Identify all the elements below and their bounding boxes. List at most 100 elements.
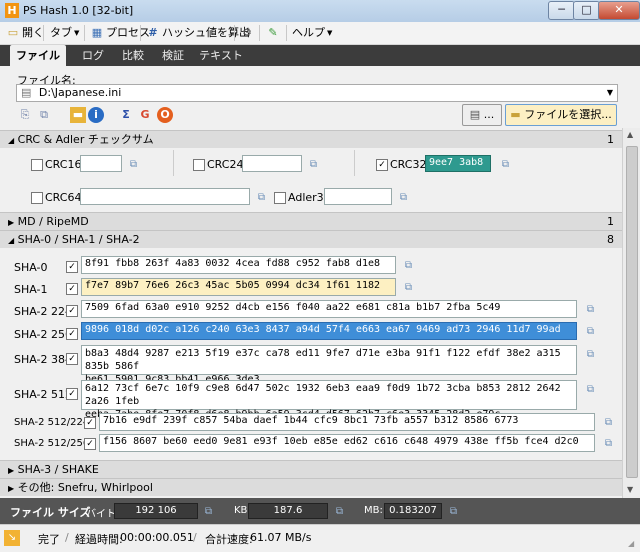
sha2-512-checkbox[interactable]: ✓ — [66, 388, 78, 400]
tab-compare[interactable]: 比較 — [114, 45, 152, 66]
copy-icon[interactable]: ⧉ — [402, 281, 415, 294]
copy-icon[interactable]: ⧉ — [307, 158, 320, 171]
sha2-512-field[interactable]: 6a12 73cf 6e7c 10f9 c9e8 6d47 502c 1932 … — [81, 380, 577, 420]
menu-open[interactable]: ▭ 開く — [6, 25, 44, 41]
filepath-combobox[interactable]: ▤ D:\Japanese.ini ▼ — [16, 84, 618, 102]
crc64-checkbox[interactable] — [31, 192, 43, 204]
menu-separator — [140, 25, 141, 41]
dropdown-arrow-icon: ▼ — [327, 29, 333, 37]
section-header-crc[interactable]: ◢ CRC & Adler チェックサム 1 — [0, 130, 622, 148]
sha2-512-224-field[interactable]: 7b16 e9df 239f c857 54ba daef 1b44 cfc9 … — [99, 413, 595, 431]
resize-grip-icon[interactable]: ◢ — [628, 539, 634, 548]
menu-help[interactable]: ヘルプ ▼ — [292, 25, 332, 41]
file-size-label: ファイル サイズ — [10, 506, 91, 519]
sha0-checkbox[interactable]: ✓ — [66, 261, 78, 273]
info-icon[interactable]: i — [88, 107, 104, 123]
scrollbar-thumb[interactable] — [626, 146, 638, 478]
folder-open-icon: ▭ — [7, 26, 19, 39]
divider — [354, 150, 355, 176]
browse-options-button[interactable]: ▤ ... — [462, 104, 502, 126]
filepath-value: D:\Japanese.ini — [38, 86, 122, 99]
sha0-label: SHA-0 — [14, 261, 48, 274]
sha2-384-label: SHA-2 384 — [14, 353, 72, 366]
arrow-icon[interactable]: ↘ — [4, 530, 20, 546]
sha1-field[interactable]: f7e7 89b7 76e6 26c3 45ac 5b05 0994 dc34 … — [81, 278, 396, 296]
adler32-checkbox[interactable] — [274, 192, 286, 204]
vertical-scrollbar[interactable]: ▲ ▼ — [622, 128, 640, 498]
expand-arrow-icon: ▶ — [8, 218, 15, 227]
copy-icon[interactable]: ⧉ — [602, 416, 615, 429]
close-button[interactable]: ✕ — [598, 1, 640, 20]
crc24-label: CRC24 — [207, 158, 244, 171]
sha2-256-checkbox[interactable]: ✓ — [66, 328, 78, 340]
paste-icon[interactable]: ⧉ — [36, 107, 52, 123]
crc16-field[interactable] — [80, 155, 122, 172]
sha0-field[interactable]: 8f91 fbb8 263f 4a83 0032 4cea fd88 c952 … — [81, 256, 396, 274]
menu-process[interactable]: ▦ プロセス — [90, 25, 150, 41]
maximize-button[interactable]: □ — [573, 1, 600, 20]
sha2-384-checkbox[interactable]: ✓ — [66, 353, 78, 365]
section-title: その他: Snefru, Whirlpool — [17, 481, 153, 494]
tab-file[interactable]: ファイル — [10, 45, 66, 66]
section-header-sha3[interactable]: ▶ SHA-3 / SHAKE — [0, 460, 622, 478]
app-icon: H — [5, 3, 19, 18]
copy-icon[interactable]: ⧉ — [584, 348, 597, 361]
sha2-512-256-label: SHA-2 512/256 — [14, 438, 90, 449]
crc64-field[interactable] — [80, 188, 250, 205]
section-header-md[interactable]: ▶ MD / RipeMD 1 — [0, 212, 622, 230]
select-file-button[interactable]: ▬ ファイルを選択... — [505, 104, 617, 126]
web-search-icon[interactable]: O — [157, 107, 173, 123]
google-icon[interactable]: G — [137, 107, 153, 123]
sha2-384-field[interactable]: b8a3 48d4 9287 e213 5f19 e37c ca78 ed11 … — [81, 345, 577, 385]
copy-icon[interactable]: ⧉ — [602, 437, 615, 450]
settings-button[interactable]: ⚙ — [240, 25, 254, 41]
copy-icon[interactable]: ⧉ — [584, 303, 597, 316]
pin-button[interactable]: ✎ — [266, 25, 280, 41]
sha2-512-256-field[interactable]: f156 8607 be60 eed0 9e81 e93f 10eb e85e … — [99, 434, 595, 452]
sha2-224-checkbox[interactable]: ✓ — [66, 305, 78, 317]
copy-icon[interactable]: ⧉ — [447, 505, 460, 518]
copy-icon[interactable]: ⧉ — [584, 325, 597, 338]
pin-icon: ✎ — [268, 26, 278, 39]
section-header-other[interactable]: ▶ その他: Snefru, Whirlpool — [0, 478, 622, 496]
minimize-button[interactable]: ─ — [548, 1, 575, 20]
copy-icon[interactable]: ⧉ — [202, 505, 215, 518]
sigma-icon[interactable]: Σ — [118, 107, 134, 123]
tab-verify[interactable]: 検証 — [154, 45, 192, 66]
crc32-checkbox[interactable]: ✓ — [376, 159, 388, 171]
crc24-field[interactable] — [242, 155, 302, 172]
chevron-down-icon: ▼ — [606, 88, 613, 97]
tab-log[interactable]: ログ — [74, 45, 112, 66]
sha2-512-224-checkbox[interactable]: ✓ — [84, 417, 96, 429]
adler32-field[interactable] — [324, 188, 392, 205]
sha2-224-label: SHA-2 224 — [14, 305, 72, 318]
speed-label: 合計速度: — [205, 533, 253, 546]
crc24-checkbox[interactable] — [193, 159, 205, 171]
copy-icon[interactable]: ⧉ — [333, 505, 346, 518]
tab-text[interactable]: テキスト — [196, 45, 246, 66]
sha2-256-field[interactable]: 9896 018d d02c a126 c240 63e3 8437 a94d … — [81, 322, 577, 340]
crc64-label: CRC64 — [45, 191, 82, 204]
sha1-checkbox[interactable]: ✓ — [66, 283, 78, 295]
copy-icon[interactable]: ⧉ — [255, 191, 268, 204]
window-title: PS Hash 1.0 [32-bit] — [23, 4, 134, 17]
copy-icon[interactable]: ⧉ — [127, 158, 140, 171]
copy-icon[interactable]: ⧉ — [584, 383, 597, 396]
sha2-224-field[interactable]: 7509 6fad 63a0 e910 9252 d4cb e156 f040 … — [81, 300, 577, 318]
scroll-down-icon[interactable]: ▼ — [627, 485, 633, 494]
section-title: SHA-0 / SHA-1 / SHA-2 — [17, 233, 140, 246]
menu-separator — [286, 25, 287, 41]
copy-icon[interactable]: ⧉ — [402, 259, 415, 272]
section-header-sha[interactable]: ◢ SHA-0 / SHA-1 / SHA-2 8 — [0, 230, 622, 248]
copy-all-icon[interactable]: ⎘ — [17, 107, 33, 123]
sha2-512-256-checkbox[interactable]: ✓ — [84, 438, 96, 450]
status-separator: / — [193, 531, 197, 544]
crc32-field[interactable]: 9ee7 3ab8 — [425, 155, 491, 172]
menu-tabs[interactable]: タブ ▼ — [50, 25, 79, 41]
copy-icon[interactable]: ⧉ — [397, 191, 410, 204]
elapsed-label: 経過時間: — [75, 533, 123, 546]
crc16-checkbox[interactable] — [31, 159, 43, 171]
folder-icon[interactable]: ▬ — [70, 107, 86, 123]
copy-icon[interactable]: ⧉ — [499, 158, 512, 171]
scroll-up-icon[interactable]: ▲ — [627, 130, 633, 139]
